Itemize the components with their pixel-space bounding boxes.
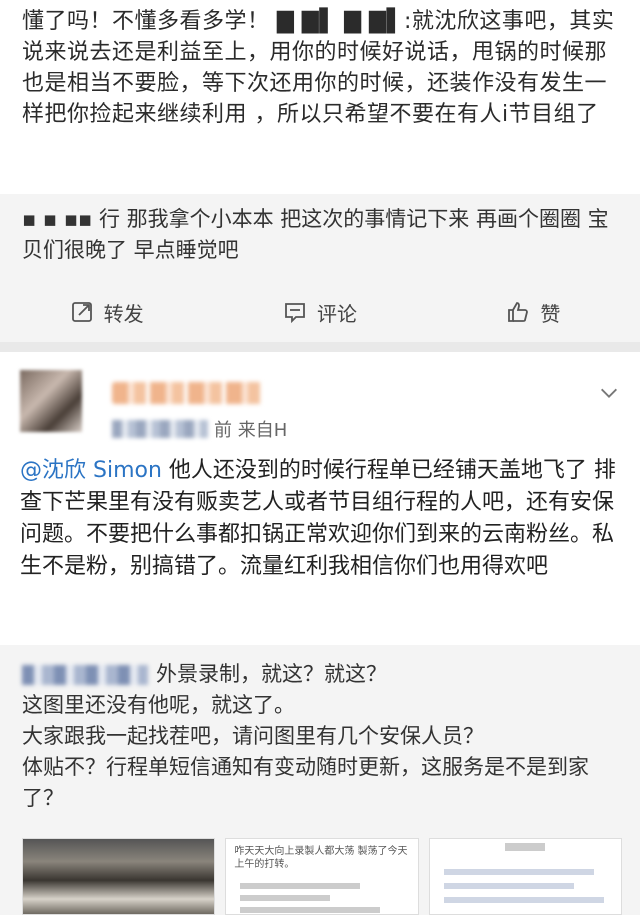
thumbnail-title [504,843,545,851]
image-thumbnails: 咋天天大向上录製人都大荡 製荡了今天上午的打转。 [22,838,622,915]
repost2-line4: 体贴不？行程单短信通知有变动随时更新，这服务是不是到家了？ [22,755,589,810]
repost-box[interactable]: ▪ ▪ ▪▪ 行 那我拿个小本本 把这次的事情记下来 再画个圈圈 宝贝们很晚了 … [0,194,640,282]
repost-text: ▪ ▪ ▪▪ 行 那我拿个小本本 把这次的事情记下来 再画个圈圈 宝贝们很晚了 … [22,207,609,262]
share-icon [71,302,92,322]
thumbnail-screenshot-2[interactable] [428,838,622,915]
repost2-username-blurred[interactable] [22,665,148,685]
share-label: 转发 [103,301,144,326]
post-text: 懂了吗！不懂多看多学！ ▇ ▇▌ ▇ ▇▌:就沈欣这事吧，其实说来说去还是利益至… [22,9,615,127]
thumbnail-photo[interactable] [22,838,216,915]
like-label: 赞 [540,301,561,326]
action-bar: 转发 评论 赞 [0,282,640,342]
like-icon [508,302,529,322]
comment-button[interactable]: 评论 [213,282,426,342]
thumbnail-screenshot-1[interactable]: 咋天天大向上录製人都大荡 製荡了今天上午的打转。 [225,838,419,915]
thumbnail-line [443,897,604,903]
thumbnail-line [443,883,574,889]
comment-icon [285,303,305,324]
like-button[interactable]: 赞 [427,282,640,342]
repost2-line3: 大家跟我一起找茬吧，请问图里有几个安保人员？ [22,724,484,748]
thumbnail-line [443,869,594,875]
meta-suffix: 前 来自H [214,420,288,441]
post-body: 懂了吗！不懂多看多学！ ▇ ▇▌ ▇ ▇▌:就沈欣这事吧，其实说来说去还是利益至… [0,0,640,194]
share-button[interactable]: 转发 [0,282,213,342]
thumbnail-line [240,883,361,889]
thumbnail-caption: 咋天天大向上录製人都大荡 製荡了今天上午的打转。 [234,846,408,870]
meta-blurred [112,420,208,438]
chevron-down-icon[interactable] [598,382,620,404]
repost2-text: 外景录制，就这？就这？ 这图里还没有他呢，就这了。 大家跟我一起找茬吧，请问图里… [22,659,622,814]
divider [0,342,640,352]
thumbnail-line [240,895,331,901]
post-text-2: @沈欣 Simon 他人还没到的时候行程单已经铺天盖地飞了 排查下芒果里有没有贩… [20,455,630,583]
repost2-line1: 外景录制，就这？就这？ [22,659,622,690]
repost2-line2: 这图里还没有他呢，就这了。 [22,693,295,717]
comment-label: 评论 [316,301,357,326]
post-meta: 前 来自H [112,416,287,442]
avatar[interactable] [20,370,82,432]
mention-link[interactable]: @沈欣 Simon [20,458,162,483]
weibo-card: 前 来自H @沈欣 Simon 他人还没到的时候行程单已经铺天盖地飞了 排查下芒… [0,352,640,645]
username-blurred[interactable] [112,382,262,404]
thumbnail-line [240,907,381,913]
